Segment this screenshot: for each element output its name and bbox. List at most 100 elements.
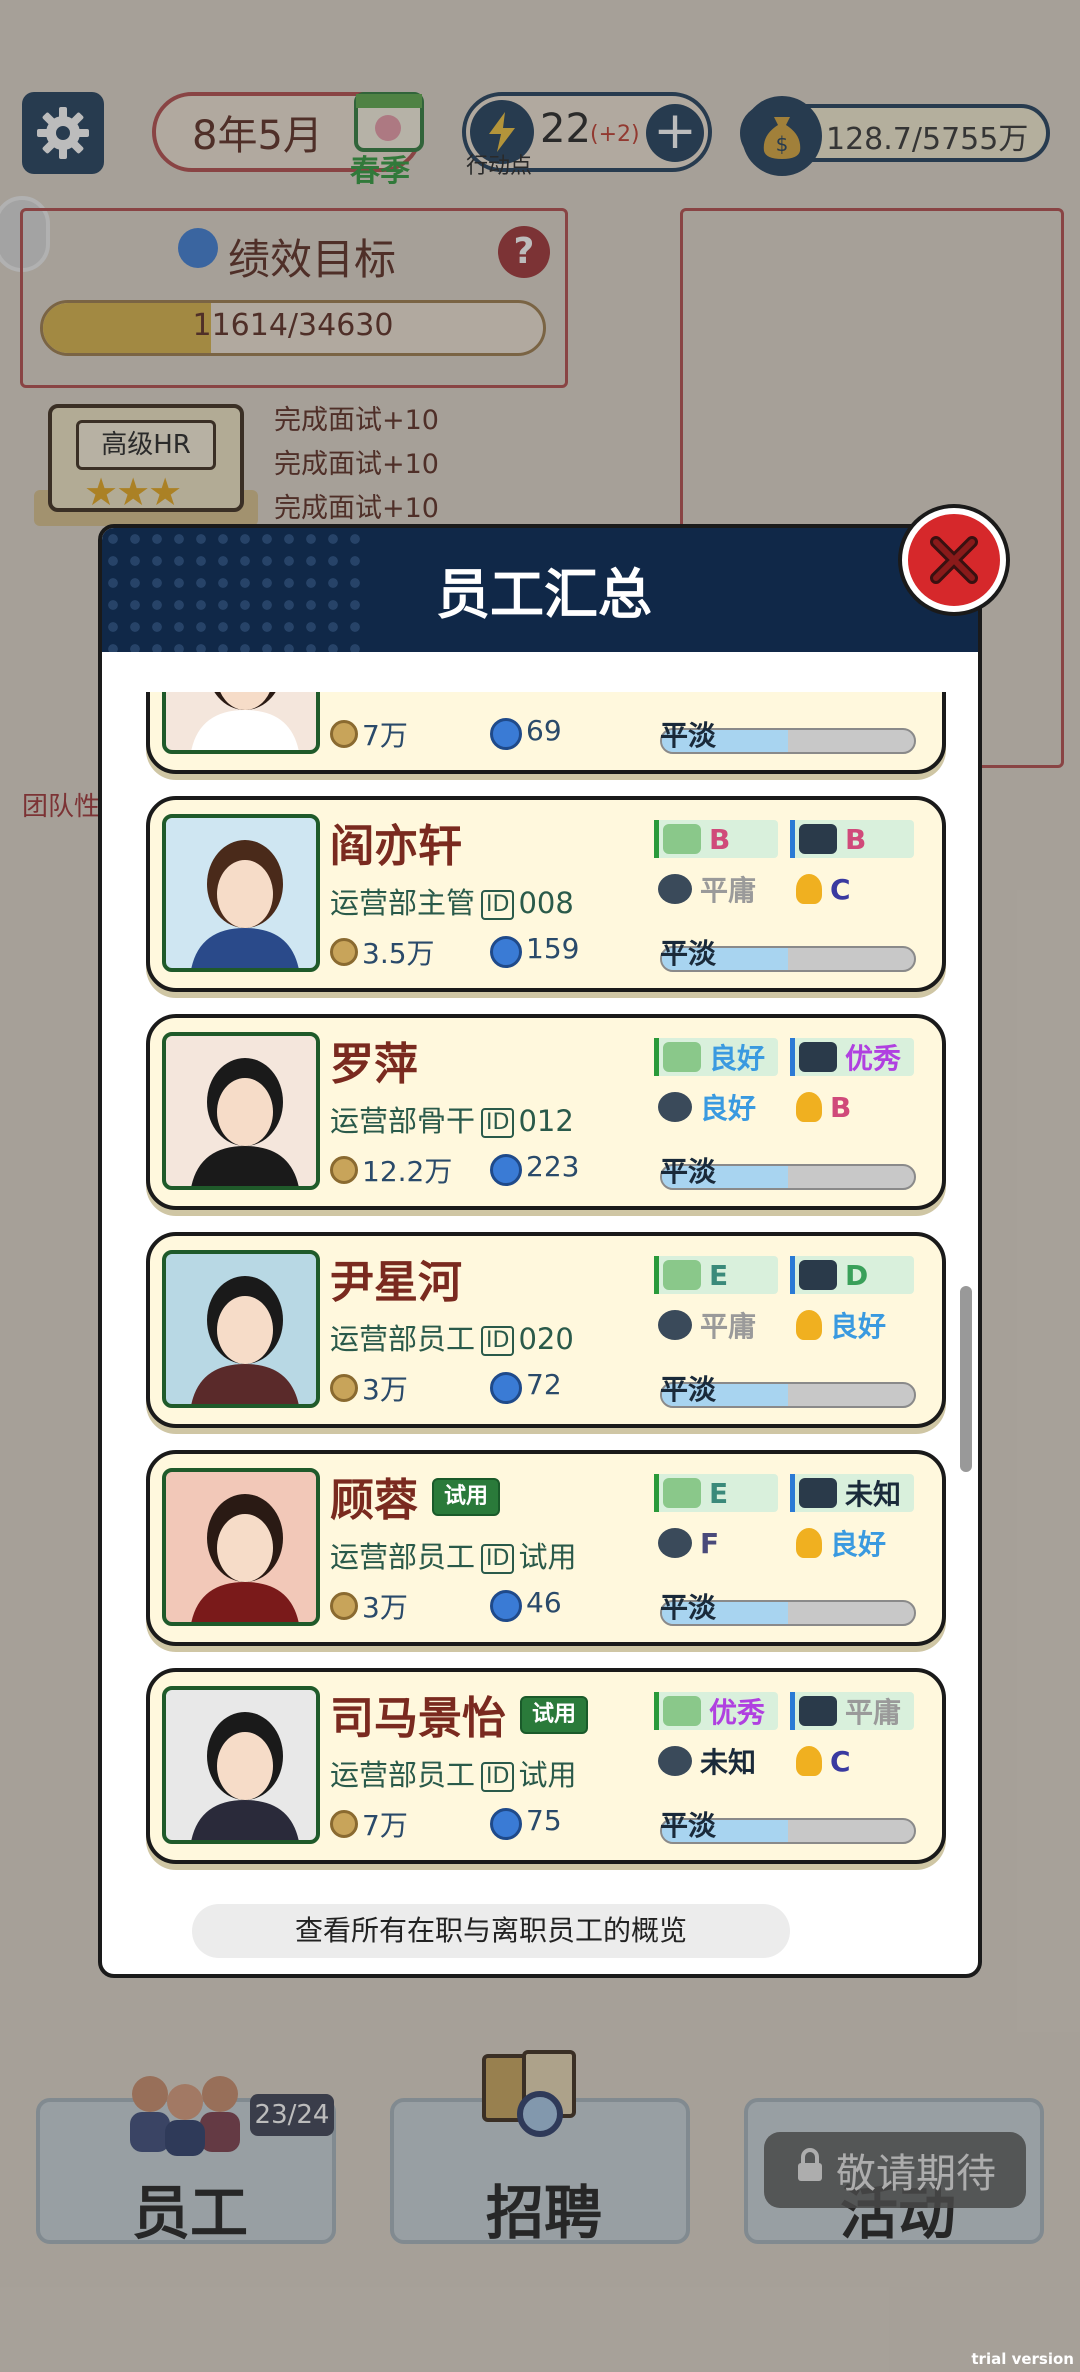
skill-level: 平庸 [845, 1696, 902, 1729]
dept-text: 运营部主管 [330, 886, 476, 920]
employee-id: 012 [518, 1104, 574, 1138]
lightbulb-icon [796, 1092, 822, 1122]
teamwork-skill: F [658, 1524, 782, 1562]
communication-skill: B [654, 820, 778, 858]
teamwork-skill: 平庸 [658, 1306, 782, 1344]
performance-icon [490, 1154, 522, 1186]
employee-performance: 72 [526, 1368, 562, 1401]
lightbulb-icon [796, 1310, 822, 1340]
technical-skill: 未知 [790, 1474, 914, 1512]
employee-card[interactable]: 尹星河 运营部员工 ID 020 3万 72 平淡 E D 平庸 良好 [146, 1232, 946, 1428]
chat-bubble-icon [663, 1478, 701, 1508]
id-label: ID [481, 1326, 515, 1356]
coin-icon [330, 1810, 358, 1838]
computer-icon [799, 1478, 837, 1508]
skill-level: 未知 [700, 1746, 757, 1779]
mood-label: 平淡 [660, 1591, 717, 1624]
chat-bubble-icon [663, 1042, 701, 1072]
skill-level: 优秀 [845, 1042, 902, 1075]
performance-icon [490, 1808, 522, 1840]
skill-level: 优秀 [709, 1696, 766, 1729]
skill-bar-accent [790, 1038, 795, 1076]
watermark: trial version [971, 2350, 1074, 2368]
employee-list[interactable]: 7万 69 平淡 阎亦轩 运营部主管ID008 3.5万 159 平淡 B [106, 692, 978, 1900]
lightbulb-icon [796, 1528, 822, 1558]
scrollbar[interactable] [960, 1286, 972, 1472]
employee-dept: 运营部员工 ID 020 [330, 1316, 574, 1358]
employee-performance: 223 [526, 1150, 580, 1183]
employee-avatar [162, 1032, 320, 1190]
skill-level: 良好 [709, 1042, 766, 1075]
lightbulb-icon [796, 1746, 822, 1776]
team-icon [658, 1310, 692, 1340]
mood-label: 平淡 [660, 937, 717, 970]
employee-dept: 运营部员工 ID 试用 [330, 1752, 576, 1794]
communication-skill: 良好 [654, 1038, 778, 1076]
employee-avatar [162, 814, 320, 972]
skill-level: B [830, 1090, 852, 1124]
employee-salary: 3万 [362, 1373, 408, 1406]
skill-bar-accent [654, 820, 659, 858]
teamwork-skill: 未知 [658, 1742, 782, 1780]
skill-level: 未知 [845, 1478, 902, 1511]
employee-id: 020 [518, 1322, 574, 1356]
employee-id: 试用 [518, 1758, 577, 1792]
performance-icon [490, 1590, 522, 1622]
skill-level: C [830, 872, 851, 906]
creativity-skill: 良好 [790, 1306, 914, 1344]
team-icon [658, 874, 692, 904]
skill-level: 良好 [830, 1528, 887, 1561]
computer-icon [799, 824, 837, 854]
skill-level: E [709, 1476, 729, 1510]
creativity-skill: C [790, 870, 914, 908]
skill-bar-accent [654, 1692, 659, 1730]
employee-salary: 3万 [362, 1591, 408, 1624]
creativity-skill: 良好 [790, 1524, 914, 1562]
skill-bar-accent [790, 1692, 795, 1730]
performance-icon [490, 936, 522, 968]
employee-dept: 运营部骨干 ID 012 [330, 1098, 574, 1140]
skill-level: F [700, 1526, 720, 1560]
skill-level: B [709, 822, 731, 856]
creativity-skill: B [790, 1088, 914, 1126]
employee-card[interactable]: 阎亦轩 运营部主管 ID 008 3.5万 159 平淡 B B 平庸 C [146, 796, 946, 992]
coin-icon [330, 1592, 358, 1620]
employee-name: 司马景怡 [330, 1693, 506, 1744]
teamwork-skill: 平庸 [658, 870, 782, 908]
skill-level: B [845, 822, 867, 856]
employee-avatar [162, 1468, 320, 1626]
communication-skill: 优秀 [654, 1692, 778, 1730]
skill-bar-accent [654, 1474, 659, 1512]
dept-text: 运营部员工 [330, 1322, 476, 1356]
employee-card[interactable]: 司马景怡 试用 运营部员工 ID 试用 7万 75 平淡 优秀 平庸 未知 C [146, 1668, 946, 1864]
employee-card[interactable]: 7万 69 平淡 [146, 692, 946, 774]
communication-skill: E [654, 1474, 778, 1512]
performance-icon [490, 1372, 522, 1404]
skill-level: C [830, 1744, 851, 1778]
team-icon [658, 1528, 692, 1558]
employee-salary: 3.5万 [362, 937, 435, 970]
modal-title: 员工汇总 [436, 563, 652, 626]
id-label: ID [481, 1762, 515, 1792]
employee-performance: 69 [526, 714, 562, 747]
technical-skill: 优秀 [790, 1038, 914, 1076]
skill-bar-accent [790, 820, 795, 858]
skill-level: D [845, 1258, 869, 1292]
trial-badge: 试用 [520, 1696, 589, 1734]
employee-id: 008 [518, 886, 574, 920]
employee-card[interactable]: 罗萍 运营部骨干 ID 012 12.2万 223 平淡 良好 优秀 良好 B [146, 1014, 946, 1210]
technical-skill: D [790, 1256, 914, 1294]
employee-salary: 12.2万 [362, 1155, 453, 1188]
employee-card[interactable]: 顾蓉 试用 运营部员工 ID 试用 3万 46 平淡 E 未知 F 良好 [146, 1450, 946, 1646]
communication-skill: E [654, 1256, 778, 1294]
close-button[interactable] [902, 508, 1006, 612]
mood-label: 平淡 [660, 1809, 717, 1842]
employee-salary: 7万 [362, 719, 408, 752]
skill-bar-accent [790, 1474, 795, 1512]
skill-level: 良好 [700, 1092, 757, 1125]
employee-name: 阎亦轩 [330, 821, 462, 872]
chat-bubble-icon [663, 1696, 701, 1726]
employee-name: 顾蓉 [330, 1475, 418, 1526]
creativity-skill: C [790, 1742, 914, 1780]
employee-dept: 运营部主管 ID 008 [330, 880, 574, 922]
